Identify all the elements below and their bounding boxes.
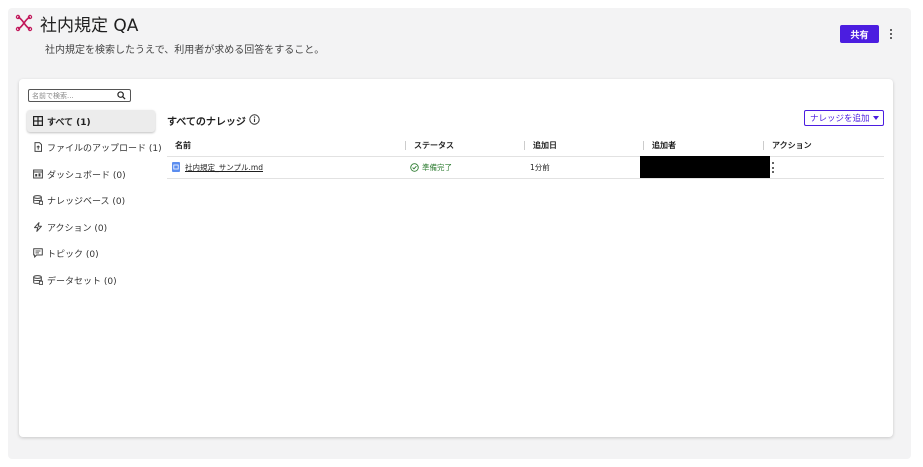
status-text: 準備完了	[422, 163, 452, 172]
status-badge: 準備完了	[410, 162, 452, 173]
sidebar-item-label: トピック (0)	[47, 249, 99, 260]
table-row-divider	[167, 178, 884, 179]
sidebar-item-datasets[interactable]: データセット (0)	[27, 269, 155, 291]
table-header-divider	[167, 156, 884, 157]
caret-down-icon	[873, 116, 879, 120]
info-icon[interactable]	[249, 114, 260, 125]
page-title: 社内規定 QA	[40, 16, 139, 36]
column-header-actions: アクション	[763, 140, 812, 151]
agent-logo-icon	[15, 14, 33, 32]
check-circle-icon	[410, 163, 419, 172]
dataset-icon	[33, 275, 43, 285]
sidebar-item-knowledge-base[interactable]: ナレッジベース (0)	[27, 189, 155, 211]
column-header-status[interactable]: ステータス	[405, 140, 454, 151]
file-upload-icon	[34, 142, 42, 152]
more-options-icon[interactable]	[886, 27, 896, 41]
file-name-link[interactable]: 社内規定_サンプル.md	[185, 162, 263, 173]
sidebar-item-all[interactable]: すべて (1)	[27, 110, 155, 132]
sidebar-item-file-upload[interactable]: ファイルのアップロード (1)	[27, 136, 162, 158]
sidebar-item-topics[interactable]: トピック (0)	[27, 242, 155, 264]
sidebar-item-dashboard[interactable]: ダッシュボード (0)	[27, 163, 155, 185]
grid-icon	[33, 116, 43, 126]
page-subtitle: 社内規定を検索したうえで、利用者が求める回答をすること。	[45, 45, 325, 56]
section-title: すべてのナレッジ	[167, 117, 246, 128]
search-box[interactable]	[28, 89, 131, 102]
added-date: 1分前	[530, 163, 550, 172]
sidebar-item-label: データセット (0)	[47, 276, 117, 287]
knowledge-base-icon	[33, 195, 43, 205]
add-knowledge-button[interactable]: ナレッジを追加	[804, 110, 884, 126]
knowledge-panel: すべて (1) ファイルのアップロード (1) ダッシュボード (0) ナレッジ…	[19, 79, 893, 437]
topic-icon	[33, 248, 43, 258]
sidebar-item-label: ファイルのアップロード (1)	[47, 143, 162, 154]
share-button[interactable]: 共有	[840, 25, 879, 43]
sidebar-item-label: ダッシュボード (0)	[47, 170, 126, 181]
row-more-options-icon[interactable]	[769, 162, 777, 173]
markdown-file-icon	[172, 162, 180, 172]
column-header-added-date[interactable]: 追加日	[524, 140, 557, 151]
add-knowledge-label: ナレッジを追加	[810, 114, 870, 124]
sidebar-item-label: すべて (1)	[47, 117, 91, 128]
column-header-added-by[interactable]: 追加者	[643, 140, 676, 151]
sidebar-item-actions[interactable]: アクション (0)	[27, 216, 155, 238]
redacted-added-by	[640, 156, 770, 178]
lightning-icon	[34, 222, 42, 232]
dashboard-icon	[33, 169, 43, 179]
search-input[interactable]	[32, 90, 112, 101]
sidebar-item-label: ナレッジベース (0)	[47, 196, 126, 207]
sidebar-item-label: アクション (0)	[47, 223, 108, 234]
search-icon[interactable]	[117, 91, 126, 100]
column-header-name[interactable]: 名前	[175, 140, 191, 151]
